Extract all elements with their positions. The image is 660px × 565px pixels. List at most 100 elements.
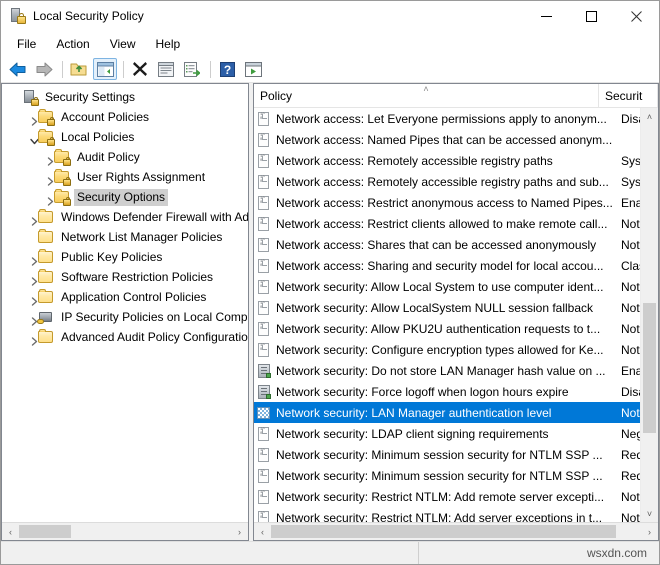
- tree-horizontal-scrollbar[interactable]: ‹ ›: [2, 522, 248, 540]
- security-setting-cell: Not De: [621, 489, 640, 504]
- tree-scroll-thumb[interactable]: [19, 525, 71, 538]
- tree-scroll-track[interactable]: [19, 523, 231, 540]
- policy-row[interactable]: Network security: Allow LocalSystem NULL…: [254, 297, 640, 318]
- policy-row[interactable]: Network access: Restrict anonymous acces…: [254, 192, 640, 213]
- forward-button[interactable]: [32, 58, 56, 80]
- policy-row[interactable]: Network security: Minimum session securi…: [254, 465, 640, 486]
- export-list-button[interactable]: [180, 58, 204, 80]
- column-header-security-setting[interactable]: Securit: [599, 84, 658, 107]
- policy-row[interactable]: Network access: Shares that can be acces…: [254, 234, 640, 255]
- policy-row[interactable]: Network security: Do not store LAN Manag…: [254, 360, 640, 381]
- tree-item-windows-defender-firewall-with-adva[interactable]: Windows Defender Firewall with Adva: [2, 207, 248, 227]
- policy-list[interactable]: Network access: Let Everyone permissions…: [254, 108, 640, 522]
- tree-item-security-options[interactable]: Security Options: [2, 187, 248, 207]
- list-vertical-scrollbar[interactable]: ˄ ˅: [640, 108, 658, 522]
- policy-row[interactable]: Network security: LDAP client signing re…: [254, 423, 640, 444]
- tree-twisty[interactable]: [22, 107, 38, 127]
- policy-row[interactable]: Network security: LAN Manager authentica…: [254, 402, 640, 423]
- tree-item-security-settings[interactable]: Security Settings: [2, 87, 248, 107]
- policy-row[interactable]: Network access: Remotely accessible regi…: [254, 171, 640, 192]
- policy-row[interactable]: Network access: Named Pipes that can be …: [254, 129, 640, 150]
- back-button[interactable]: [6, 58, 30, 80]
- policy-row[interactable]: Network security: Restrict NTLM: Add rem…: [254, 486, 640, 507]
- tree-scroll-left-arrow[interactable]: ‹: [2, 523, 19, 540]
- list-scroll-right-arrow[interactable]: ›: [641, 523, 658, 540]
- policy-doc-icon: [256, 237, 272, 253]
- up-one-level-button[interactable]: [67, 58, 91, 80]
- policy-row[interactable]: Network access: Sharing and security mod…: [254, 255, 640, 276]
- security-setting-cell: Not De: [621, 279, 640, 294]
- policy-name-cell: Network security: Allow LocalSystem NULL…: [276, 300, 594, 315]
- tree-item-advanced-audit-policy-configuration[interactable]: Advanced Audit Policy Configuration: [2, 327, 248, 347]
- policy-row[interactable]: Network security: Allow Local System to …: [254, 276, 640, 297]
- tree-twisty[interactable]: [22, 207, 38, 227]
- svg-text:?: ?: [223, 63, 230, 77]
- policy-row[interactable]: Network access: Remotely accessible regi…: [254, 150, 640, 171]
- menu-action[interactable]: Action: [46, 34, 99, 54]
- tree-twisty[interactable]: [22, 267, 38, 287]
- tree-item-local-policies[interactable]: Local Policies: [2, 127, 248, 147]
- tree-item-user-rights-assignment[interactable]: User Rights Assignment: [2, 167, 248, 187]
- tree-twisty[interactable]: [22, 307, 38, 327]
- policy-name-cell: Network security: Restrict NTLM: Add rem…: [276, 489, 605, 504]
- tree-twisty[interactable]: [38, 167, 54, 187]
- policy-row[interactable]: Network security: Allow PKU2U authentica…: [254, 318, 640, 339]
- delete-button[interactable]: [128, 58, 152, 80]
- tree-twisty[interactable]: [22, 327, 38, 347]
- policy-selected-icon: [256, 405, 272, 421]
- tree-twisty[interactable]: [22, 247, 38, 267]
- policy-row[interactable]: Network access: Let Everyone permissions…: [254, 108, 640, 129]
- tree-twisty[interactable]: [38, 147, 54, 167]
- properties-button[interactable]: [154, 58, 178, 80]
- column-header-policy-label: Policy: [260, 88, 293, 103]
- column-header-security-setting-label: Securit: [605, 88, 643, 103]
- tree-item-application-control-policies[interactable]: Application Control Policies: [2, 287, 248, 307]
- status-bar-right: wsxdn.com: [419, 542, 659, 564]
- column-header-policy[interactable]: Policy ˄: [254, 84, 599, 107]
- security-setting-cell: System: [621, 174, 640, 189]
- status-bar-left: [1, 542, 419, 564]
- tree-twisty: [22, 227, 38, 247]
- menu-view[interactable]: View: [100, 34, 146, 54]
- list-vscroll-thumb[interactable]: [643, 303, 656, 433]
- console-tree[interactable]: Security Settings Account Policies Local P…: [2, 84, 248, 522]
- tree-item-network-list-manager-policies[interactable]: Network List Manager Policies: [2, 227, 248, 247]
- maximize-button[interactable]: [569, 1, 614, 31]
- tree-twisty[interactable]: [22, 127, 39, 147]
- tree-item-public-key-policies[interactable]: Public Key Policies: [2, 247, 248, 267]
- folder-lock-icon: [38, 109, 55, 126]
- close-button[interactable]: [614, 1, 659, 31]
- list-scroll-up-arrow[interactable]: ˄: [641, 108, 658, 125]
- policy-name-cell: Network access: Restrict clients allowed…: [276, 216, 608, 231]
- list-hscroll-thumb[interactable]: [271, 525, 616, 538]
- list-horizontal-scrollbar[interactable]: ‹ ›: [254, 522, 658, 540]
- policy-doc-icon: [256, 216, 272, 232]
- policy-registry-icon: [256, 363, 272, 379]
- policy-row[interactable]: Network access: Restrict clients allowed…: [254, 213, 640, 234]
- menu-help[interactable]: Help: [146, 34, 191, 54]
- policy-row[interactable]: Network security: Restrict NTLM: Add ser…: [254, 507, 640, 522]
- minimize-button[interactable]: [524, 1, 569, 31]
- tree-item-software-restriction-policies[interactable]: Software Restriction Policies: [2, 267, 248, 287]
- status-bar: wsxdn.com: [1, 541, 659, 564]
- view-window-button[interactable]: [241, 58, 265, 80]
- list-vscroll-track[interactable]: [641, 125, 658, 505]
- policy-row[interactable]: Network security: Force logoff when logo…: [254, 381, 640, 402]
- list-hscroll-track[interactable]: [271, 523, 641, 540]
- list-scroll-down-arrow[interactable]: ˅: [641, 505, 658, 522]
- list-scroll-left-arrow[interactable]: ‹: [254, 523, 271, 540]
- menu-file[interactable]: File: [7, 34, 46, 54]
- tree-item-ip-security-policies-on-local-compute[interactable]: IP Security Policies on Local Compute: [2, 307, 248, 327]
- policy-name-cell: Network security: LDAP client signing re…: [276, 426, 549, 441]
- policy-name-cell: Network access: Sharing and security mod…: [276, 258, 604, 273]
- policy-row[interactable]: Network security: Minimum session securi…: [254, 444, 640, 465]
- policy-row[interactable]: Network security: Configure encryption t…: [254, 339, 640, 360]
- tree-item-account-policies[interactable]: Account Policies: [2, 107, 248, 127]
- show-hide-tree-button[interactable]: [93, 58, 117, 80]
- tree-twisty[interactable]: [38, 187, 54, 207]
- tree-twisty[interactable]: [22, 287, 38, 307]
- policy-doc-icon: [256, 174, 272, 190]
- tree-scroll-right-arrow[interactable]: ›: [231, 523, 248, 540]
- tree-item-audit-policy[interactable]: Audit Policy: [2, 147, 248, 167]
- help-button[interactable]: ?: [215, 58, 239, 80]
